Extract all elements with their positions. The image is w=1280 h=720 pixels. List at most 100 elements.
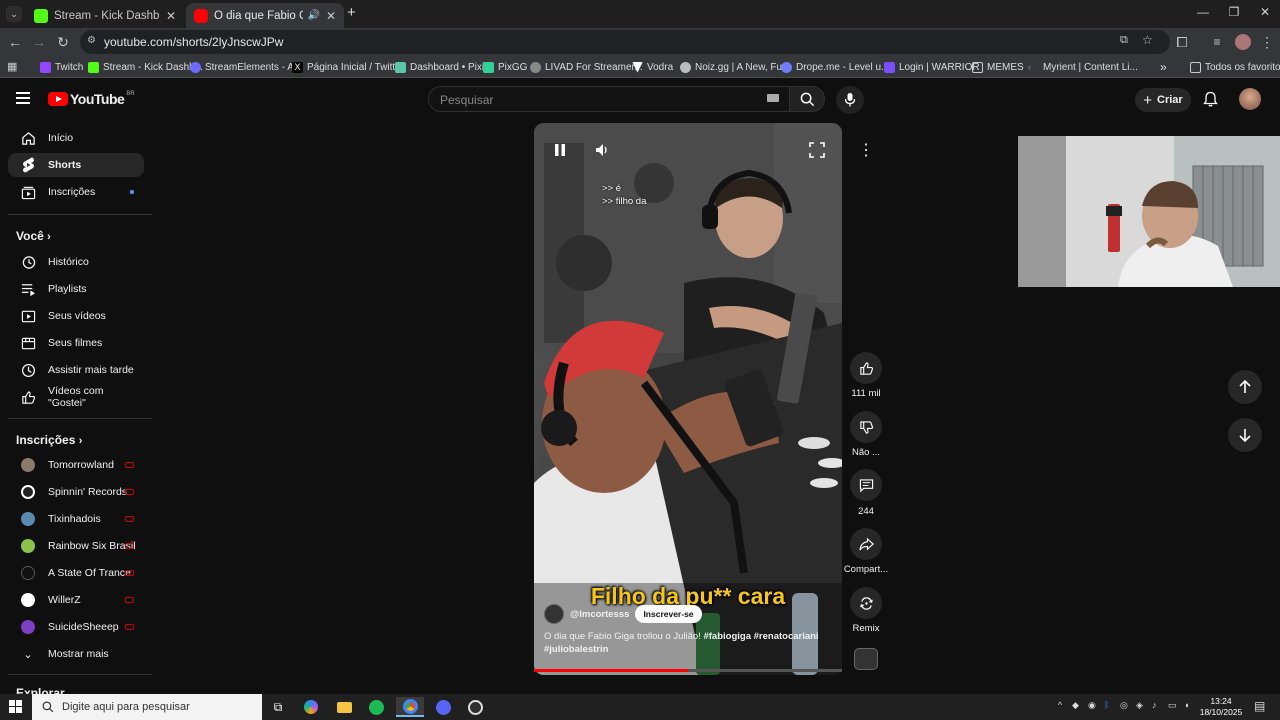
fullscreen-button[interactable] bbox=[809, 142, 825, 163]
profile-avatar[interactable] bbox=[1235, 34, 1251, 50]
subscription-tixinhadois[interactable]: Tixinhadois bbox=[8, 507, 144, 531]
sidebar-item-history[interactable]: Histórico bbox=[8, 250, 144, 274]
restore-button[interactable]: ❐ bbox=[1219, 5, 1249, 23]
chrome-icon[interactable] bbox=[396, 697, 424, 717]
sidebar-item-home[interactable]: Início bbox=[8, 126, 144, 150]
notifications-bell-icon[interactable] bbox=[1203, 91, 1218, 107]
site-info-icon[interactable]: ⚙ bbox=[87, 35, 96, 46]
apps-grid-icon[interactable]: ▦ bbox=[7, 60, 17, 73]
bookmark-vodra[interactable]: Vodra bbox=[632, 59, 673, 75]
subscription-rainbow-six-brasil[interactable]: Rainbow Six Brasil bbox=[8, 534, 144, 558]
all-bookmarks-button[interactable]: Todos os favoritos bbox=[1190, 59, 1280, 75]
sidebar-item-shorts[interactable]: Shorts bbox=[8, 153, 144, 177]
bookmark-star-icon[interactable]: ☆ bbox=[1142, 33, 1153, 47]
sidebar-item-movies[interactable]: Seus filmes bbox=[8, 331, 144, 355]
like-button[interactable] bbox=[850, 352, 882, 384]
taskbar-clock[interactable]: 13:24 18/10/2025 bbox=[1198, 696, 1244, 718]
more-options-button[interactable]: ⋮ bbox=[850, 134, 882, 166]
subscriptions-section-header[interactable]: Inscrições › bbox=[16, 433, 82, 447]
new-tab-button[interactable]: + bbox=[347, 4, 361, 22]
bookmark-streamelements[interactable]: StreamElements - A... bbox=[190, 59, 302, 75]
share-button[interactable] bbox=[850, 528, 882, 560]
bookmark-drope[interactable]: Drope.me - Level u... bbox=[781, 59, 889, 75]
short-video-player[interactable]: >> é >> filho da Filho da pu** cara @lmc… bbox=[534, 123, 842, 675]
tray-volume-icon[interactable]: ◖ bbox=[1184, 700, 1189, 710]
windows-start-icon[interactable] bbox=[9, 700, 23, 714]
sidebar-item-subscriptions[interactable]: Inscrições bbox=[8, 180, 144, 204]
next-short-button[interactable] bbox=[1228, 418, 1262, 452]
subscribe-button[interactable]: Inscrever-se bbox=[635, 605, 702, 623]
url-text[interactable]: youtube.com/shorts/2lyJnscwJPw bbox=[104, 35, 283, 49]
audio-playing-icon[interactable]: 🔊 bbox=[307, 10, 319, 21]
copilot-icon[interactable] bbox=[297, 697, 325, 717]
bookmark-pixie[interactable]: Dashboard • Pixie bbox=[395, 59, 490, 75]
voice-search-button[interactable] bbox=[836, 86, 864, 114]
extensions-icon[interactable]: ⧠ bbox=[1173, 33, 1191, 51]
address-bar[interactable]: ⚙ youtube.com/shorts/2lyJnscwJPw ⧉ ☆ bbox=[80, 30, 1170, 54]
tab-youtube-short[interactable]: O dia que Fabio Giga trollou 🔊 ✕ bbox=[186, 3, 344, 28]
sidebar-item-liked-videos[interactable]: Vídeos com "Gostei" bbox=[8, 385, 144, 409]
bookmark-twitch[interactable]: Twitch bbox=[40, 59, 83, 75]
comments-button[interactable] bbox=[850, 469, 882, 501]
forward-icon[interactable]: → bbox=[30, 33, 48, 51]
subscription-a-state-of-trance[interactable]: A State Of Trance bbox=[8, 561, 144, 585]
discord-icon[interactable] bbox=[429, 697, 457, 717]
tray-discord-icon[interactable]: ◉ bbox=[1088, 700, 1096, 711]
file-explorer-icon[interactable] bbox=[330, 697, 358, 717]
bookmark-memes-folder[interactable]: MEMES bbox=[972, 59, 1024, 75]
pause-button[interactable] bbox=[554, 143, 566, 162]
minimize-button[interactable]: — bbox=[1188, 5, 1218, 23]
video-progress-bar[interactable] bbox=[534, 669, 842, 672]
bookmark-livad[interactable]: LIVAD For Streamer... bbox=[530, 59, 643, 75]
bookmark-twitter[interactable]: X Página Inicial / Twitter bbox=[292, 59, 404, 75]
subscription-willerz[interactable]: WillerZ bbox=[8, 588, 144, 612]
hashtags[interactable]: #juliobalestrin bbox=[544, 644, 608, 655]
tray-bluetooth-icon[interactable]: ᛒ bbox=[1104, 700, 1109, 710]
hashtags[interactable]: #fabiogiga #renatocariani bbox=[703, 631, 818, 642]
subscription-spinnin-records[interactable]: Spinnin' Records bbox=[8, 480, 144, 504]
create-button[interactable]: + Criar bbox=[1135, 88, 1191, 112]
channel-handle[interactable]: @lmcortesss bbox=[570, 609, 629, 620]
bookmarks-overflow-button[interactable]: » bbox=[1160, 59, 1167, 75]
tray-app-icon[interactable]: ◈ bbox=[1136, 700, 1143, 711]
task-view-icon[interactable]: ⧉ bbox=[264, 697, 292, 717]
youtube-logo[interactable]: YouTube BR bbox=[48, 91, 135, 107]
bookmark-kick-dashboard[interactable]: Stream - Kick Dashb... bbox=[88, 59, 203, 75]
sidebar-item-your-videos[interactable]: Seus vídeos bbox=[8, 304, 144, 328]
show-more-button[interactable]: ⌄ Mostrar mais bbox=[8, 642, 144, 666]
taskbar-search-input[interactable]: Digite aqui para pesquisar bbox=[32, 694, 262, 720]
spotify-icon[interactable] bbox=[362, 697, 390, 717]
close-tab-icon[interactable]: ✕ bbox=[326, 9, 336, 23]
obs-icon[interactable] bbox=[461, 697, 489, 717]
reload-icon[interactable]: ↻ bbox=[54, 33, 72, 51]
tray-app-icon[interactable]: ◎ bbox=[1120, 700, 1128, 711]
subscription-tomorrowland[interactable]: Tomorrowland bbox=[8, 453, 144, 477]
tray-app-icon[interactable]: ◆ bbox=[1072, 700, 1079, 711]
reading-list-icon[interactable]: ≡ bbox=[1208, 33, 1226, 51]
remix-button[interactable] bbox=[850, 587, 882, 619]
tab-kick-dashboard[interactable]: Stream - Kick Dashboard ✕ bbox=[26, 3, 184, 28]
channel-avatar[interactable] bbox=[544, 604, 564, 624]
search-input[interactable]: Pesquisar bbox=[428, 86, 790, 112]
tray-network-icon[interactable]: ▭ bbox=[1168, 700, 1177, 711]
tab-search-icon[interactable]: ⌄ bbox=[6, 6, 22, 22]
subscription-suicidesheeep[interactable]: SuicideSheeep bbox=[8, 615, 144, 639]
tray-overflow-icon[interactable]: ^ bbox=[1058, 700, 1062, 710]
sound-thumbnail[interactable] bbox=[854, 648, 878, 670]
bookmark-noiz[interactable]: Noiz.gg | A New, Fu... bbox=[680, 59, 790, 75]
browser-menu-icon[interactable]: ⋮ bbox=[1258, 33, 1276, 51]
install-app-icon[interactable]: ⧉ bbox=[1120, 34, 1128, 47]
back-icon[interactable]: ← bbox=[6, 33, 24, 51]
sidebar-item-playlists[interactable]: Playlists bbox=[8, 277, 144, 301]
keyboard-icon[interactable] bbox=[767, 94, 779, 102]
dislike-button[interactable] bbox=[850, 411, 882, 443]
previous-short-button[interactable] bbox=[1228, 370, 1262, 404]
sidebar-item-watch-later[interactable]: Assistir mais tarde bbox=[8, 358, 144, 382]
tray-microphone-icon[interactable]: ♪ bbox=[1152, 700, 1157, 710]
notifications-icon[interactable]: ▤ bbox=[1254, 699, 1265, 713]
close-tab-icon[interactable]: ✕ bbox=[166, 9, 176, 23]
close-window-button[interactable]: ✕ bbox=[1250, 5, 1280, 23]
bookmark-pixgg[interactable]: PixGG bbox=[483, 59, 527, 75]
volume-button[interactable] bbox=[594, 142, 610, 163]
you-section-header[interactable]: Você › bbox=[16, 229, 51, 243]
